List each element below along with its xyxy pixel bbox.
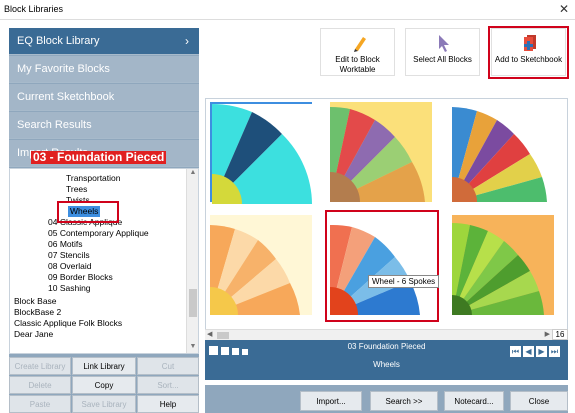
tree-item[interactable]: 05 Contemporary Applique [48,228,149,239]
save-library-button[interactable]: Save Library [72,395,136,413]
block-tooltip: Wheel - 6 Spokes [368,275,440,288]
copy-button[interactable]: Copy [72,376,136,394]
scroll-up-icon[interactable]: ▲ [187,169,198,179]
annotation-label: 03 - Foundation Pieced [31,150,167,164]
view-size-large-icon[interactable] [209,346,218,355]
window-title: Block Libraries [4,4,64,14]
scroll-down-icon[interactable]: ▼ [187,343,198,353]
delete-button[interactable]: Delete [9,376,71,394]
scroll-thumb[interactable] [189,289,197,317]
close-icon[interactable]: ✕ [557,2,571,16]
chevron-right-icon: › [185,34,189,48]
status-bar: 03 Foundation Pieced Wheels ⏮ ◀ ▶ ⏭ [205,340,568,380]
sort-button[interactable]: Sort... [137,376,199,394]
last-page-icon[interactable]: ⏭ [549,346,560,357]
tree-scrollbar[interactable]: ▲ ▼ [186,169,198,353]
select-all-blocks-button[interactable]: Select All Blocks [405,28,480,76]
tree-item[interactable]: 08 Overlaid [48,261,91,272]
wheel-block-image [212,104,314,204]
wheel-block-image [210,215,312,315]
view-size-small-icon[interactable] [232,348,239,355]
nav-eq-block-library[interactable]: EQ Block Library › [9,28,199,55]
tree-item[interactable]: Trees [66,184,87,195]
block-tile[interactable] [210,215,312,315]
view-size-medium-icon[interactable] [221,347,229,355]
scroll-left-icon[interactable]: ◀ [207,330,212,338]
block-tile[interactable] [452,102,554,202]
nav-current-sketchbook[interactable]: Current Sketchbook [9,84,199,111]
nav-label: My Favorite Blocks [17,63,110,75]
nav-label: EQ Block Library [17,35,100,47]
next-page-icon[interactable]: ▶ [536,346,547,357]
block-tile[interactable] [452,215,554,315]
block-tile[interactable] [210,102,314,204]
tree-item[interactable]: 07 Stencils [48,250,90,261]
search-button[interactable]: Search >> [370,391,438,411]
view-size-tiny-icon[interactable] [242,349,248,355]
status-line-2: Wheels [373,360,400,369]
annotation-box [57,201,119,223]
tree-item[interactable]: 10 Sashing [48,283,91,294]
help-button[interactable]: Help [137,395,199,413]
page-count: 16 [552,329,568,340]
nav-label: Current Sketchbook [17,91,115,103]
tree-item[interactable]: Block Base [14,296,57,307]
pencil-icon [354,37,366,52]
nav-search-results[interactable]: Search Results [9,112,199,139]
nav-label: Search Results [17,119,92,131]
notecard-button[interactable]: Notecard... [444,391,504,411]
button-label: Edit to Block Worktable [335,55,380,74]
paste-button[interactable]: Paste [9,395,71,413]
wheel-block-image [452,215,554,315]
wheel-block-image [452,102,554,202]
tree-item[interactable]: Classic Applique Folk Blocks [14,318,122,329]
link-library-button[interactable]: Link Library [72,357,136,375]
tree-item[interactable]: Dear Jane [14,329,53,340]
wheel-block-image [330,102,432,202]
title-bar: Block Libraries ✕ [0,0,575,20]
tree-item[interactable]: 09 Border Blocks [48,272,113,283]
block-tile[interactable] [330,102,432,202]
library-tree[interactable]: Transportation Trees Twists Wheels 04 Cl… [9,168,199,354]
button-label: Select All Blocks [413,55,472,64]
close-button[interactable]: Close [510,391,568,411]
nav-my-favorite-blocks[interactable]: My Favorite Blocks [9,56,199,83]
cut-button[interactable]: Cut [137,357,199,375]
annotation-box [325,210,439,322]
tree-item[interactable]: Transportation [66,173,121,184]
create-library-button[interactable]: Create Library [9,357,71,375]
first-page-icon[interactable]: ⏮ [510,346,521,357]
tree-item[interactable]: BlockBase 2 [14,307,61,318]
import-button[interactable]: Import... [300,391,362,411]
cursor-icon [439,35,449,52]
horizontal-scrollbar[interactable]: ◀ ▶ [205,329,552,340]
scroll-thumb[interactable] [217,332,229,339]
annotation-box [488,26,569,79]
edit-to-block-worktable-button[interactable]: Edit to Block Worktable [320,28,395,76]
tree-item[interactable]: 06 Motifs [48,239,83,250]
prev-page-icon[interactable]: ◀ [523,346,534,357]
scroll-right-icon[interactable]: ▶ [545,330,550,338]
